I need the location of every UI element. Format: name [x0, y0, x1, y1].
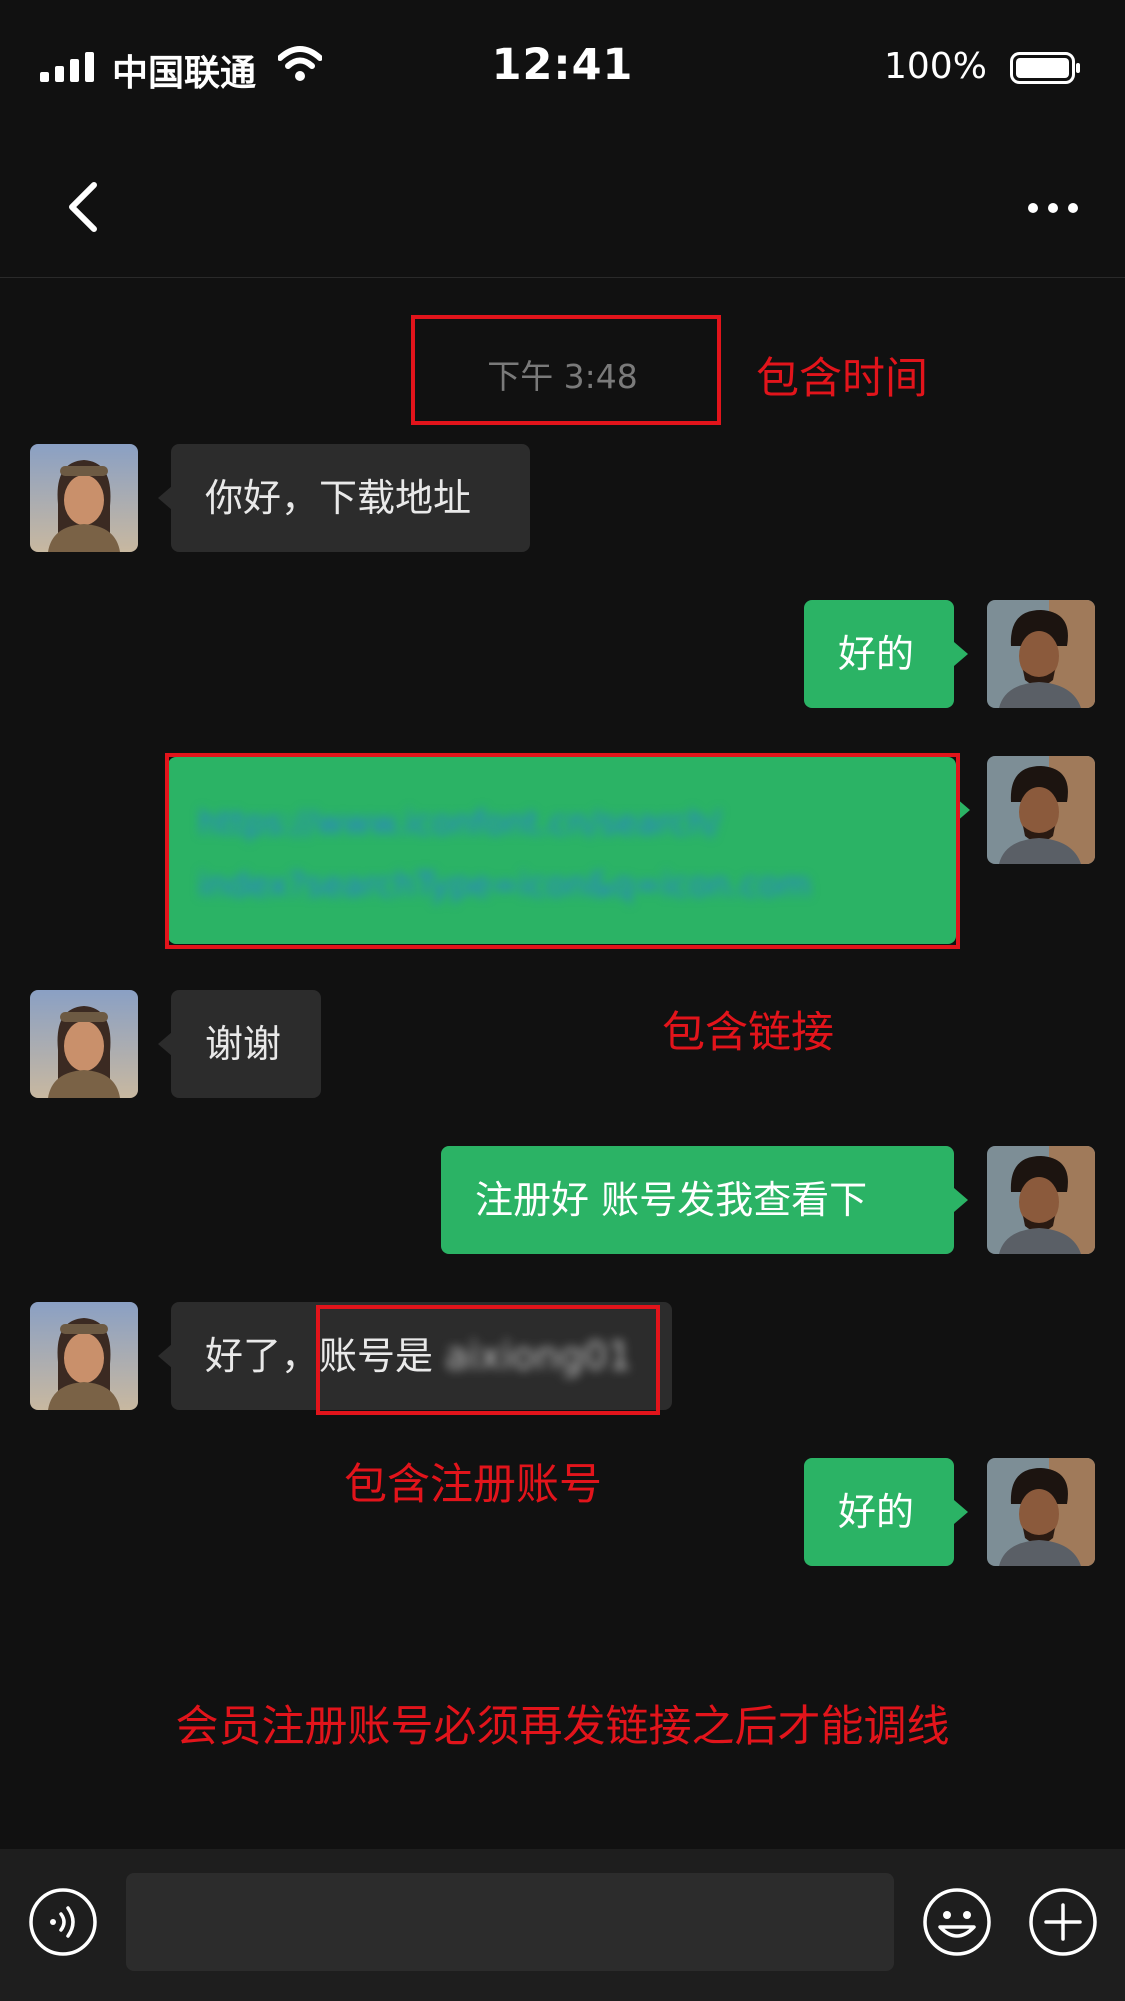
message-bubble-outgoing[interactable]: 注册好 账号发我查看下 [441, 1146, 954, 1254]
message-bubble-outgoing[interactable]: 好的 [804, 600, 954, 708]
message-text: 好的 [838, 632, 915, 676]
bubble-tail [158, 1344, 172, 1368]
avatar-contact[interactable] [30, 444, 138, 552]
avatar-self[interactable] [987, 1458, 1095, 1566]
avatar-self[interactable] [987, 600, 1095, 708]
chevron-left-icon[interactable] [56, 177, 112, 237]
message-text: 你好，下载地址 [205, 476, 472, 520]
avatar-self-image [987, 756, 1095, 864]
message-bubble-incoming[interactable]: 你好，下载地址 [171, 444, 530, 552]
avatar-contact[interactable] [30, 990, 138, 1098]
emoji-icon[interactable] [922, 1887, 992, 1957]
annotation-box-time [411, 315, 721, 425]
nav-bar [0, 135, 1125, 278]
annotation-label-account: 包含注册账号 [344, 1460, 602, 1510]
message-text: 谢谢 [205, 1022, 282, 1066]
message-bubble-incoming[interactable]: 谢谢 [171, 990, 321, 1098]
avatar-contact-image [30, 1302, 138, 1410]
bubble-tail [954, 642, 968, 666]
bubble-tail [158, 486, 172, 510]
annotation-label-time: 包含时间 [756, 354, 928, 404]
bubble-tail [158, 1032, 172, 1056]
input-bar [0, 1849, 1125, 2001]
status-bar: 中国联通 12:41 100% [0, 0, 1125, 135]
avatar-contact-image [30, 444, 138, 552]
message-text-prefix: 好了， [205, 1334, 320, 1378]
avatar-self[interactable] [987, 756, 1095, 864]
message-text: 注册好 账号发我查看下 [475, 1178, 868, 1222]
avatar-self[interactable] [987, 1146, 1095, 1254]
chat-screen: 中国联通 12:41 100% 下午 3:48 包含时间 你好，下载地址 好的 … [0, 0, 1125, 2001]
annotation-footer-note: 会员注册账号必须再发链接之后才能调线 [175, 1702, 950, 1752]
plus-icon[interactable] [1028, 1887, 1098, 1957]
avatar-contact-image [30, 990, 138, 1098]
annotation-box-link [165, 753, 960, 949]
annotation-label-link: 包含链接 [662, 1008, 834, 1058]
bubble-tail [954, 1500, 968, 1524]
avatar-self-image [987, 1458, 1095, 1566]
battery-percent: 100% [884, 46, 987, 87]
voice-icon[interactable] [28, 1887, 98, 1957]
battery-icon [1010, 52, 1080, 84]
avatar-self-image [987, 600, 1095, 708]
avatar-self-image [987, 1146, 1095, 1254]
bubble-tail [954, 1188, 968, 1212]
message-bubble-outgoing[interactable]: 好的 [804, 1458, 954, 1566]
annotation-box-account [316, 1305, 660, 1415]
avatar-contact[interactable] [30, 1302, 138, 1410]
message-input[interactable] [126, 1873, 894, 1971]
more-dots-icon[interactable] [1025, 193, 1081, 223]
message-text: 好的 [838, 1490, 915, 1534]
